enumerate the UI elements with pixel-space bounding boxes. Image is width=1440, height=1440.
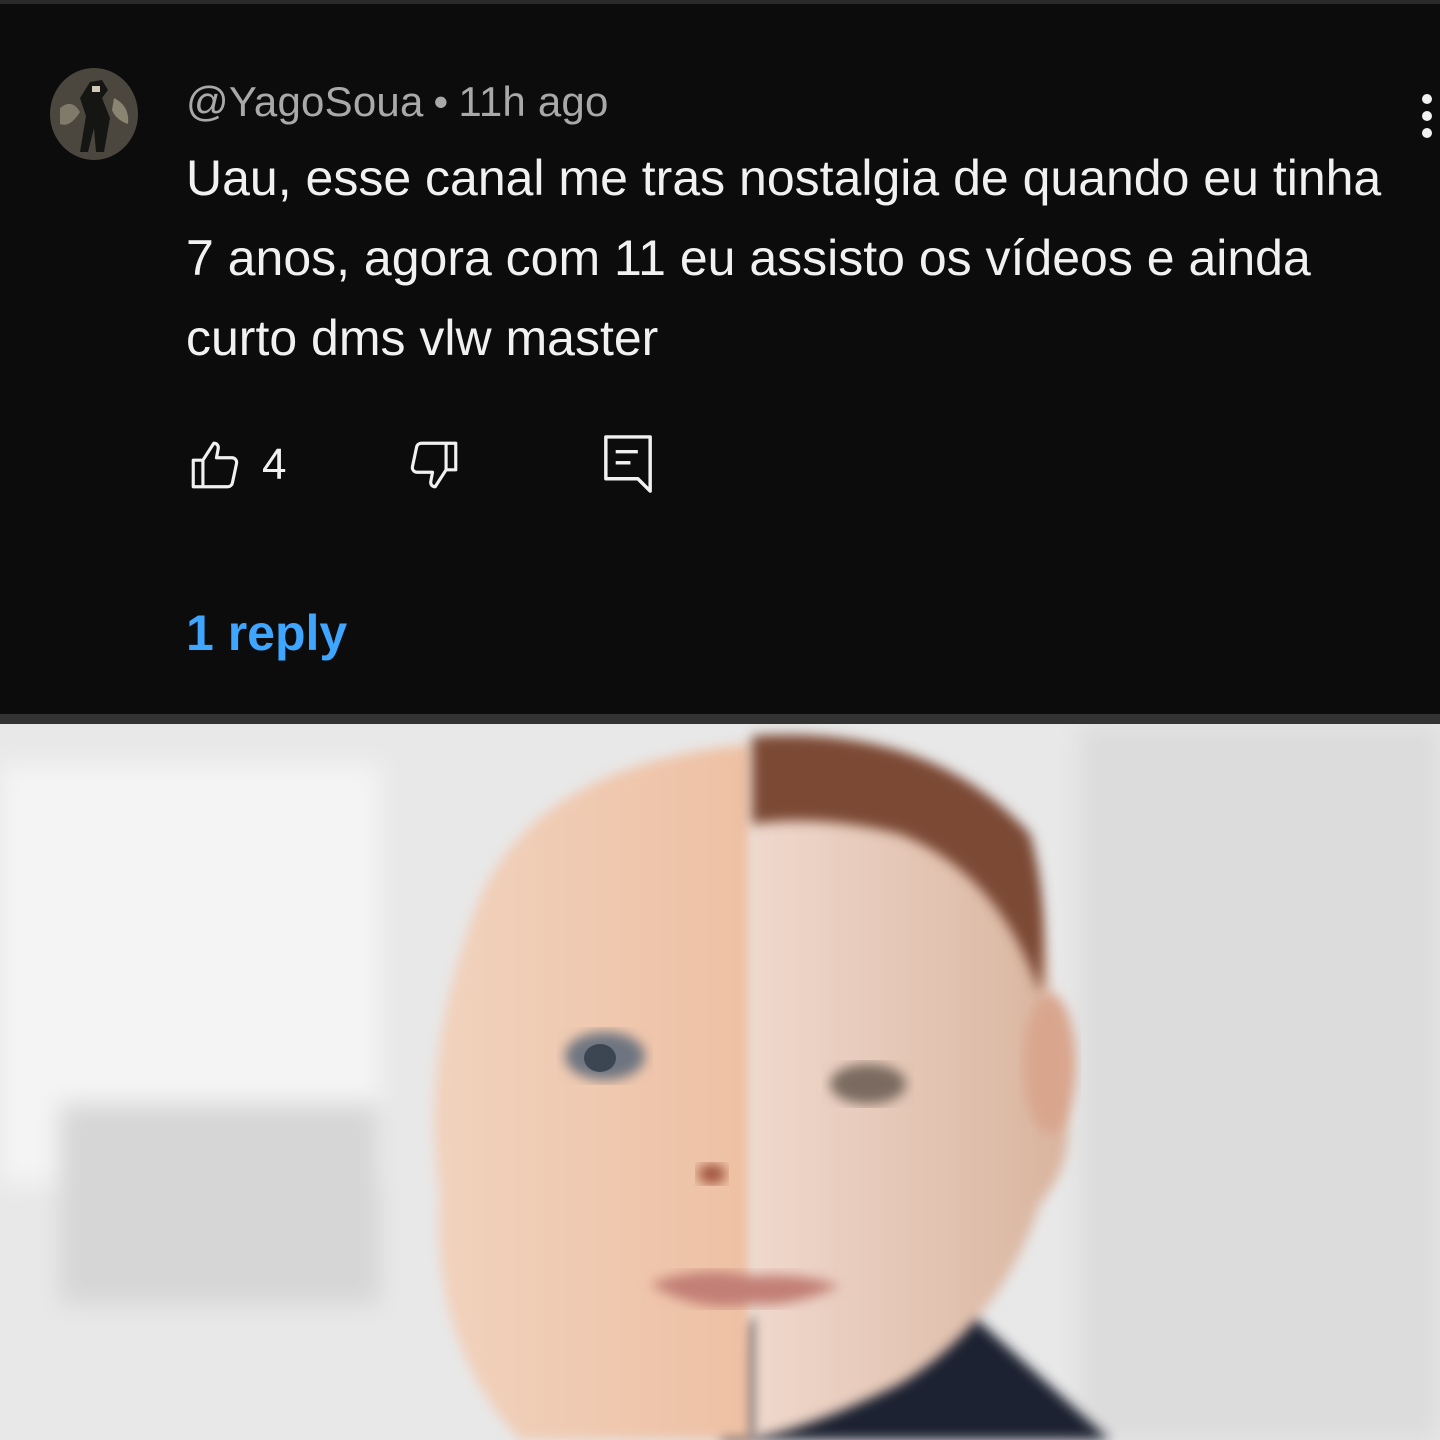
comment-meta: @YagoSoua • 11h ago — [186, 78, 609, 126]
like-count: 4 — [262, 440, 287, 489]
meta-separator: • — [433, 78, 449, 125]
more-vertical-icon-dot — [1422, 111, 1432, 121]
comment-card: @YagoSoua • 11h ago Uau, esse canal me tra… — [0, 0, 1440, 714]
comment-timestamp: 11h ago — [458, 78, 609, 125]
comment-username[interactable]: @YagoSoua — [186, 78, 424, 125]
more-options-button[interactable] — [1410, 90, 1440, 142]
user-avatar[interactable] — [50, 68, 138, 160]
more-vertical-icon — [1422, 94, 1432, 104]
avatar-image — [50, 68, 138, 160]
more-vertical-icon-dot — [1422, 128, 1432, 138]
meme-photo — [0, 714, 1440, 1440]
child-face-image — [0, 724, 1440, 1440]
view-replies-link[interactable]: 1 reply — [186, 604, 347, 662]
thumbs-down-icon[interactable] — [404, 436, 464, 494]
reply-comment-icon[interactable] — [600, 432, 656, 496]
comment-body: Uau, esse canal me tras nostalgia de qua… — [186, 150, 1382, 366]
thumbs-up-icon[interactable] — [186, 436, 244, 494]
